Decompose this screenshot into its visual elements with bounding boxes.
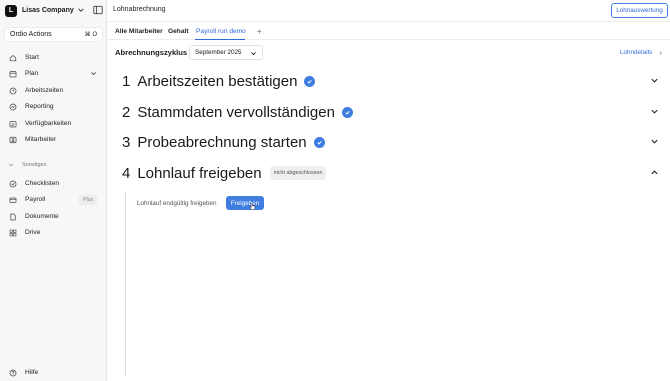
ordio-actions-button[interactable]: Ordio Actions ⌘ O	[4, 27, 103, 42]
company-name: Lisas Company	[22, 7, 74, 14]
chevron-down-icon	[91, 72, 96, 76]
tab-alle-mitarbeiter[interactable]: Alle Mitarbeiter	[115, 28, 163, 35]
sidebar-item-label: Drive	[25, 229, 41, 236]
sidebar-item-arbeitszeiten[interactable]: Arbeitszeiten	[4, 84, 103, 97]
chevron-down-icon[interactable]	[650, 76, 659, 85]
check-icon	[341, 106, 353, 118]
step-title: Stammdaten vervollständigen	[137, 103, 335, 121]
sidebar-item-label: Plan	[25, 70, 39, 77]
step-1[interactable]: 1 Arbeitszeiten bestätigen	[122, 72, 316, 90]
sidebar: L Lisas Company Ordio Actions ⌘ O Start …	[0, 0, 107, 381]
sidebar-item-label: Payroll	[25, 196, 46, 203]
chevron-up-icon[interactable]	[650, 168, 659, 177]
step-4[interactable]: 4 Lohnlauf freigeben nicht abgeschlossen	[122, 164, 327, 182]
home-icon	[8, 53, 17, 62]
step-number: 2	[122, 103, 131, 121]
cycle-select[interactable]: September 2025	[189, 45, 263, 60]
chevron-down-icon[interactable]	[650, 107, 659, 116]
availability-icon	[8, 119, 17, 128]
step-3[interactable]: 3 Probeabrechnung starten	[122, 133, 325, 151]
step-number: 4	[122, 164, 131, 182]
sidebar-item-checklisten[interactable]: Checklisten	[4, 177, 103, 190]
sidebar-item-label: Mitarbeiter	[25, 136, 57, 143]
sidebar-item-start[interactable]: Start	[4, 51, 103, 64]
lohnauswertung-button[interactable]: Lohnauswertung	[611, 3, 668, 18]
sidebar-item-drive[interactable]: Drive	[4, 226, 103, 239]
lohndetails-link[interactable]: Lohndetails	[620, 49, 652, 56]
hand-cursor-icon	[249, 203, 256, 210]
plus-badge: Plus	[79, 195, 97, 205]
chevron-right-icon	[659, 51, 662, 55]
document-icon	[8, 212, 17, 221]
tab-bar: Alle Mitarbeiter Gehalt Payroll run demo…	[107, 23, 670, 40]
tab-gehalt[interactable]: Gehalt	[168, 28, 189, 35]
chevron-down-icon	[78, 8, 84, 12]
sidebar-item-label: Start	[25, 54, 39, 61]
sidebar-item-label: Checklisten	[25, 180, 60, 187]
step-timeline-line	[125, 191, 126, 377]
sidebar-item-label: Dokumente	[25, 213, 59, 220]
sidebar-item-mitarbeiter[interactable]: Mitarbeiter	[4, 133, 103, 146]
checklist-icon	[8, 179, 17, 188]
status-badge: nicht abgeschlossen	[269, 166, 327, 180]
section-sonstiges[interactable]: Sonstiges	[8, 162, 47, 168]
sidebar-item-dokumente[interactable]: Dokumente	[4, 210, 103, 223]
help-icon	[8, 368, 17, 377]
check-icon	[304, 75, 316, 87]
header: Lohnabrechnung Lohnauswertung	[107, 0, 670, 22]
page-title: Lohnabrechnung	[113, 6, 166, 13]
chevron-down-icon	[8, 163, 14, 167]
calendar-icon	[8, 69, 17, 78]
cycle-selected-value: September 2025	[195, 49, 242, 56]
chart-icon	[8, 102, 17, 111]
sidebar-item-reporting[interactable]: Reporting	[4, 100, 103, 113]
company-switcher[interactable]: L Lisas Company	[5, 4, 102, 17]
drive-icon	[8, 228, 17, 237]
actions-shortcut: ⌘ O	[84, 32, 97, 38]
payroll-icon	[8, 195, 17, 204]
add-tab-button[interactable]: +	[257, 27, 262, 36]
freigeben-button[interactable]: Freigeben	[226, 196, 264, 210]
company-logo: L	[5, 4, 17, 17]
sidebar-toggle-icon[interactable]	[93, 5, 103, 15]
sidebar-item-verfuegbarkeiten[interactable]: Verfügbarkeiten	[4, 117, 103, 130]
sidebar-item-payroll[interactable]: Payroll Plus	[4, 193, 103, 206]
section-label: Sonstiges	[22, 162, 47, 168]
step-title: Probeabrechnung starten	[137, 133, 307, 151]
release-text: Lohnlauf endgültig freigeben	[137, 200, 217, 207]
sidebar-item-label: Reporting	[25, 103, 54, 110]
chevron-down-icon	[251, 52, 256, 56]
clock-icon	[8, 86, 17, 95]
cycle-label: Abrechnungszyklus	[115, 48, 188, 57]
users-icon	[8, 135, 17, 144]
sidebar-item-plan[interactable]: Plan	[4, 67, 103, 80]
sidebar-item-label: Hilfe	[25, 369, 39, 376]
step-2[interactable]: 2 Stammdaten vervollständigen	[122, 103, 353, 121]
sidebar-item-hilfe[interactable]: Hilfe	[4, 366, 103, 379]
sidebar-item-label: Verfügbarkeiten	[25, 120, 72, 127]
chevron-down-icon[interactable]	[650, 137, 659, 146]
step-title: Arbeitszeiten bestätigen	[137, 72, 298, 90]
active-tab-indicator	[195, 39, 245, 40]
sidebar-item-label: Arbeitszeiten	[25, 87, 64, 94]
step-number: 3	[122, 133, 131, 151]
step-number: 1	[122, 72, 131, 90]
step-title: Lohnlauf freigeben	[137, 164, 262, 182]
check-icon	[313, 136, 325, 148]
tab-payroll-run-demo[interactable]: Payroll run demo	[196, 28, 246, 35]
actions-label: Ordio Actions	[10, 31, 52, 38]
